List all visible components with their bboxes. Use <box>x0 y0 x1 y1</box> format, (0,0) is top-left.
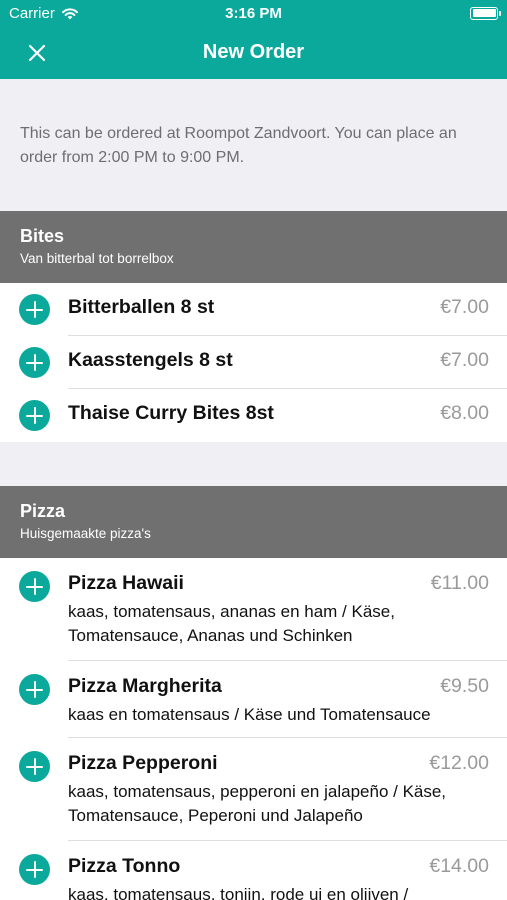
status-bar: Carrier 3:16 PM <box>0 0 507 26</box>
menu-item[interactable]: Pizza Pepperoni €12.00 kaas, tomatensaus… <box>0 738 507 841</box>
order-info-text: This can be ordered at Roompot Zandvoort… <box>20 125 457 166</box>
item-name: Kaasstengels 8 st <box>68 349 233 371</box>
nav-bar: New Order <box>0 26 507 79</box>
item-description: kaas, tomatensaus, ananas en ham / Käse,… <box>68 602 395 645</box>
item-description: kaas, tomatensaus, tonijn, rode ui en ol… <box>68 885 409 900</box>
item-name: Pizza Hawaii <box>68 572 184 594</box>
battery-icon <box>470 6 501 20</box>
add-item-button[interactable] <box>19 400 50 431</box>
section-header-bites: Bites Van bitterbal tot borrelbox <box>0 211 507 283</box>
item-price: €14.00 <box>429 855 489 877</box>
section-header-pizza: Pizza Huisgemaakte pizza's <box>0 486 507 558</box>
item-name: Thaise Curry Bites 8st <box>68 402 274 424</box>
item-name: Pizza Tonno <box>68 855 181 877</box>
menu-item[interactable]: Kaasstengels 8 st €7.00 <box>0 336 507 389</box>
order-info: This can be ordered at Roompot Zandvoort… <box>0 79 507 211</box>
item-price: €12.00 <box>429 752 489 774</box>
section-title: Bites <box>20 226 65 246</box>
add-item-button[interactable] <box>19 751 50 782</box>
item-name: Pizza Pepperoni <box>68 752 218 774</box>
item-price: €8.00 <box>440 402 489 424</box>
add-item-button[interactable] <box>19 854 50 885</box>
item-price: €7.00 <box>440 296 489 318</box>
menu-item[interactable]: Thaise Curry Bites 8st €8.00 <box>0 389 507 442</box>
item-price: €9.50 <box>440 675 489 697</box>
item-name: Pizza Margherita <box>68 675 222 697</box>
status-left: Carrier <box>9 5 79 22</box>
item-price: €7.00 <box>440 349 489 371</box>
carrier-label: Carrier <box>9 4 55 22</box>
menu-item[interactable]: Pizza Margherita €9.50 kaas en tomatensa… <box>0 661 507 738</box>
section-title: Pizza <box>20 501 66 521</box>
item-description: kaas en tomatensaus / Käse und Tomatensa… <box>68 705 431 724</box>
menu-item[interactable]: Bitterballen 8 st €7.00 <box>0 283 507 336</box>
page-title: New Order <box>202 41 305 63</box>
add-item-button[interactable] <box>19 674 50 705</box>
close-icon[interactable] <box>24 40 50 66</box>
section-subtitle: Huisgemaakte pizza's <box>20 526 151 541</box>
item-name: Bitterballen 8 st <box>68 296 215 318</box>
item-price: €11.00 <box>430 572 489 594</box>
item-description: kaas, tomatensaus, pepperoni en jalapeño… <box>68 782 447 825</box>
section-spacer <box>0 442 507 486</box>
add-item-button[interactable] <box>19 571 50 602</box>
add-item-button[interactable] <box>19 294 50 325</box>
section-subtitle: Van bitterbal tot borrelbox <box>20 251 174 266</box>
menu-item[interactable]: Pizza Hawaii €11.00 kaas, tomatensaus, a… <box>0 558 507 661</box>
add-item-button[interactable] <box>19 347 50 378</box>
wifi-icon <box>61 7 78 19</box>
menu-item[interactable]: Pizza Tonno €14.00 kaas, tomatensaus, to… <box>0 841 507 900</box>
